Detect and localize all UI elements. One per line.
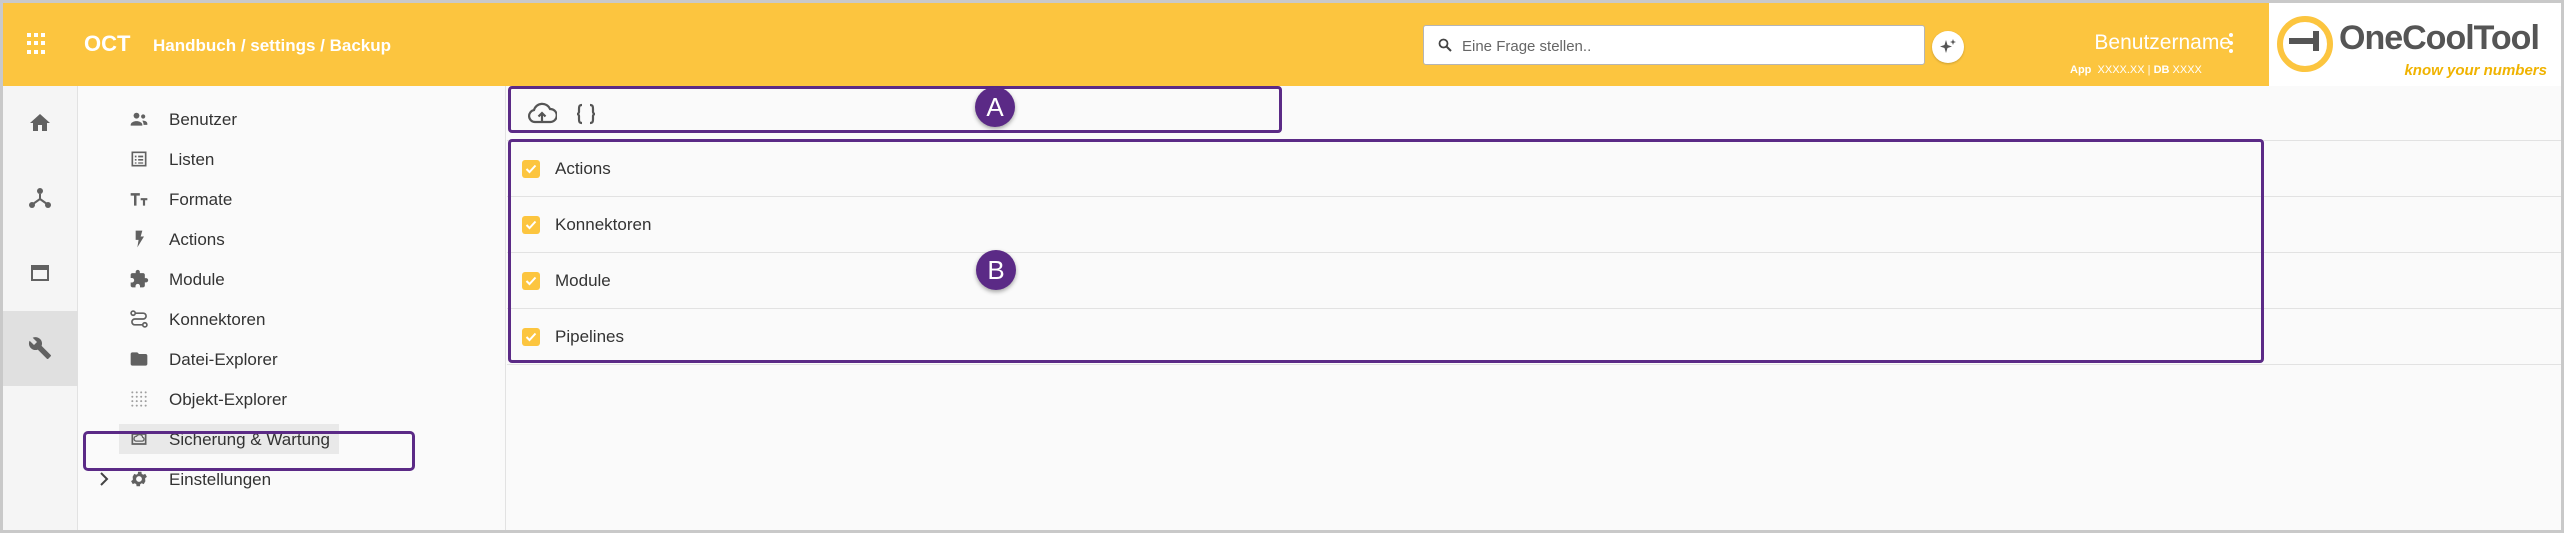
app-version-label: App: [2070, 64, 2092, 76]
search-input[interactable]: [1462, 34, 1902, 58]
icon-rail: [3, 86, 78, 530]
top-bar: OCT Handbuch / settings / Backup Benutze…: [3, 3, 2561, 86]
rail-item-tools[interactable]: [3, 311, 78, 386]
logo-tagline: know your numbers: [2404, 62, 2547, 79]
logo-name: OneCoolTool: [2339, 19, 2540, 57]
users-icon: [130, 112, 148, 126]
db-version-value: XXXX: [2172, 64, 2202, 76]
app-window: OCT Handbuch / settings / Backup Benutze…: [3, 3, 2561, 530]
more-vert-icon[interactable]: [2228, 33, 2234, 55]
apps-grid-icon[interactable]: [27, 33, 49, 55]
callout-a-toolbar: [508, 86, 1282, 133]
breadcrumb: Handbuch / settings / Backup: [153, 36, 392, 55]
meta-separator: |: [2147, 64, 2151, 76]
route-icon: [130, 310, 148, 328]
puzzle-icon: [130, 269, 149, 288]
ai-assistant-button[interactable]: [1932, 31, 1964, 63]
rail-item-hub[interactable]: [3, 161, 78, 236]
sidebar-item-formate[interactable]: Formate: [79, 179, 506, 219]
sidebar-item-label: Objekt-Explorer: [169, 390, 288, 409]
sidebar-item-module[interactable]: Module: [79, 259, 506, 299]
username[interactable]: Benutzername: [2094, 31, 2231, 55]
callout-sicherung-wartung: [83, 431, 415, 471]
folder-icon: [130, 352, 148, 366]
text-format-icon: [130, 193, 148, 206]
sidebar-item-benutzer[interactable]: Benutzer: [79, 99, 506, 139]
sidebar-item-datei-explorer[interactable]: Datei-Explorer: [79, 339, 506, 379]
sidebar-item-listen[interactable]: Listen: [79, 139, 506, 179]
search-icon: [1438, 38, 1452, 52]
sidebar-item-label: Einstellungen: [169, 470, 272, 489]
sidebar-item-label: Formate: [169, 190, 233, 209]
app-version-value: XXXX.XX: [2097, 64, 2145, 76]
logo-mark-icon: [2277, 16, 2333, 72]
search-box[interactable]: [1423, 25, 1925, 65]
gear-icon: [131, 471, 147, 487]
db-version-label: DB: [2153, 64, 2170, 76]
sidebar-item-label: Konnektoren: [169, 310, 266, 329]
sidebar-item-label: Datei-Explorer: [169, 350, 278, 369]
list-icon: [131, 151, 147, 167]
sidebar-item-label: Actions: [169, 230, 225, 249]
marker-b: B: [976, 250, 1016, 290]
rail-item-window[interactable]: [3, 236, 78, 311]
dot-grid-icon: [131, 391, 147, 407]
sparkle-icon: [1940, 39, 1956, 53]
chevron-right-icon[interactable]: [97, 471, 111, 487]
wrench-icon: [28, 337, 51, 359]
sidebar-item-actions[interactable]: Actions: [79, 219, 506, 259]
rail-item-home[interactable]: [3, 86, 78, 161]
sidebar-item-label: Module: [169, 270, 225, 289]
sidebar-item-konnektoren[interactable]: Konnektoren: [79, 299, 506, 339]
sidebar-item-label: Benutzer: [169, 110, 238, 129]
sidebar-item-label: Listen: [169, 150, 215, 169]
callout-b-list: [508, 139, 2264, 363]
window-icon: [31, 265, 49, 281]
logo: OneCoolTool know your numbers: [2269, 3, 2561, 86]
marker-a: A: [975, 87, 1015, 127]
app-name[interactable]: OCT: [84, 31, 130, 57]
bolt-icon: [135, 230, 144, 248]
sidebar-item-objekt-explorer[interactable]: Objekt-Explorer: [79, 379, 506, 419]
version-info: App XXXX.XX | DB XXXX: [2070, 64, 2202, 76]
hub-icon: [29, 188, 51, 208]
home-icon: [30, 114, 50, 131]
